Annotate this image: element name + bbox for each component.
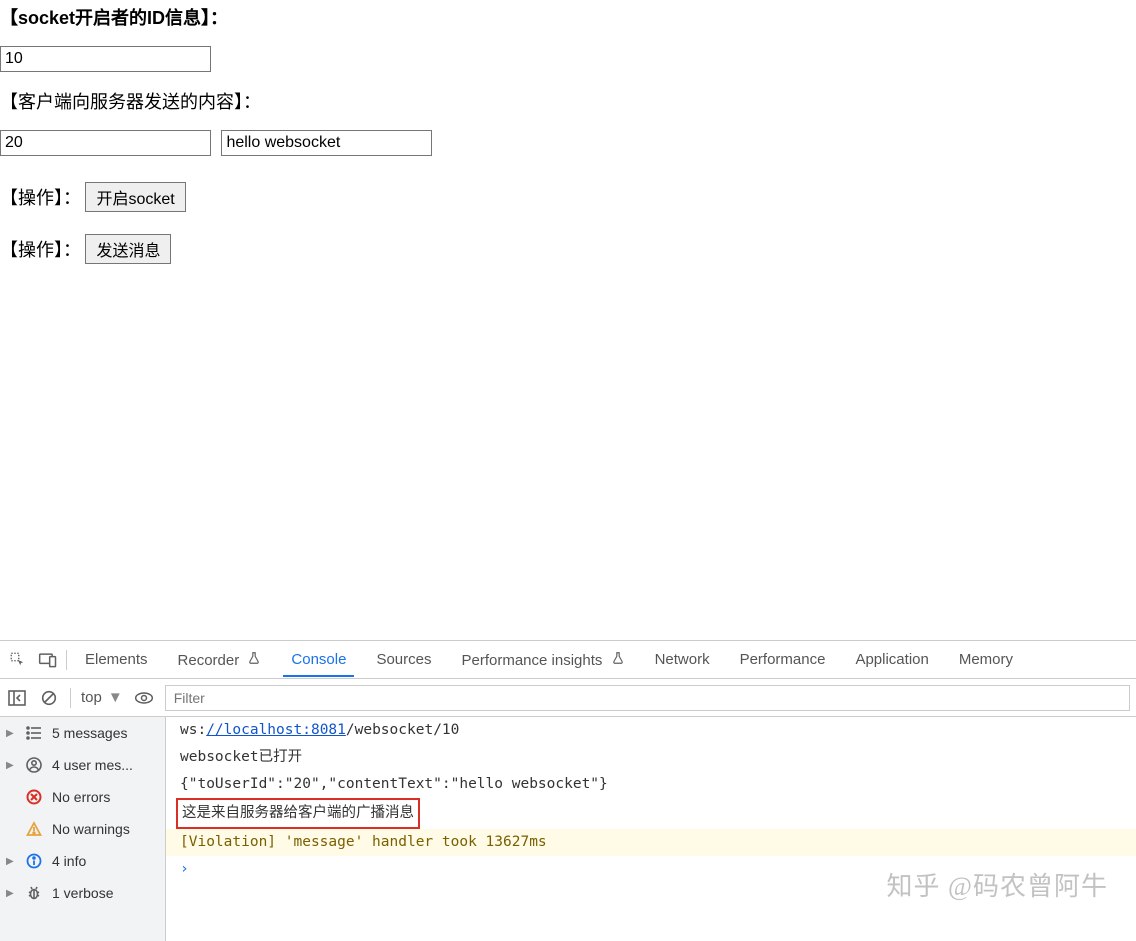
send-message-button[interactable]: 发送消息 [85, 234, 171, 264]
label-action-send: 【操作】： [0, 240, 81, 260]
sidebar-item-verbose[interactable]: ▶ 1 verbose [0, 877, 165, 909]
sidebar-item-label: No errors [52, 789, 110, 805]
tab-performance[interactable]: Performance [728, 643, 838, 676]
log-text: ws: [180, 722, 206, 738]
watermark: 知乎 @码农曾阿牛 [887, 866, 1108, 903]
flask-icon [611, 652, 625, 669]
tab-application[interactable]: Application [843, 643, 940, 676]
input-message[interactable] [221, 130, 432, 156]
error-icon [24, 787, 44, 807]
devtools-tabbar: Elements Recorder Console Sources Perfor… [0, 641, 1136, 679]
live-expression-icon[interactable] [133, 687, 155, 709]
log-link[interactable]: //localhost:8081 [206, 722, 346, 738]
clear-console-icon[interactable] [38, 687, 60, 709]
label-send-content: 【客户端向服务器发送的内容】： [0, 88, 1136, 114]
tab-elements[interactable]: Elements [73, 643, 160, 676]
sidebar-item-label: 1 verbose [52, 885, 113, 901]
console-body: ▶ 5 messages ▶ 4 user mes... No errors N… [0, 717, 1136, 941]
chevron-right-icon: ▶ [6, 760, 16, 771]
separator [70, 688, 71, 708]
tab-recorder-label: Recorder [178, 652, 240, 669]
log-line-highlighted-wrap: 这是来自服务器给客户端的广播消息 [166, 798, 1136, 829]
log-line: {"toUserId":"20","contentText":"hello we… [166, 771, 1136, 798]
input-to-user-id[interactable] [0, 130, 211, 156]
separator [66, 650, 67, 670]
console-toolbar: top ▼ [0, 679, 1136, 717]
tab-recorder[interactable]: Recorder [166, 643, 274, 677]
info-icon [24, 851, 44, 871]
tab-perf-insights-label: Performance insights [461, 652, 602, 669]
page-form: 【socket开启者的ID信息】： 【客户端向服务器发送的内容】： 【操作】： … [0, 0, 1136, 278]
sidebar-item-errors[interactable]: No errors [0, 781, 165, 813]
sidebar-toggle-icon[interactable] [6, 687, 28, 709]
chevron-right-icon: ▶ [6, 856, 16, 867]
context-label: top [81, 689, 102, 706]
sidebar-item-info[interactable]: ▶ 4 info [0, 845, 165, 877]
input-socket-id[interactable] [0, 46, 211, 72]
chevron-right-icon: ▶ [6, 728, 16, 739]
log-line: ws://localhost:8081/websocket/10 [166, 717, 1136, 744]
bug-icon [24, 883, 44, 903]
log-violation: [Violation] 'message' handler took 13627… [166, 829, 1136, 856]
log-line: websocket已打开 [166, 744, 1136, 771]
label-socket-id: 【socket开启者的ID信息】： [0, 4, 1136, 30]
user-icon [24, 755, 44, 775]
warning-icon [24, 819, 44, 839]
sidebar-item-messages[interactable]: ▶ 5 messages [0, 717, 165, 749]
flask-icon [247, 652, 261, 669]
list-icon [24, 723, 44, 743]
tab-performance-insights[interactable]: Performance insights [449, 643, 636, 677]
context-selector[interactable]: top ▼ [81, 689, 123, 706]
log-text: /websocket/10 [346, 722, 460, 738]
tab-console[interactable]: Console [279, 643, 358, 676]
filter-field [165, 685, 1130, 711]
tab-network[interactable]: Network [643, 643, 722, 676]
console-sidebar: ▶ 5 messages ▶ 4 user mes... No errors N… [0, 717, 166, 941]
tab-sources[interactable]: Sources [364, 643, 443, 676]
tab-memory[interactable]: Memory [947, 643, 1025, 676]
open-socket-button[interactable]: 开启socket [85, 182, 185, 212]
sidebar-item-user-messages[interactable]: ▶ 4 user mes... [0, 749, 165, 781]
sidebar-item-label: 4 info [52, 853, 86, 869]
sidebar-item-warnings[interactable]: No warnings [0, 813, 165, 845]
sidebar-item-label: No warnings [52, 821, 130, 837]
device-toggle-icon[interactable] [36, 648, 60, 672]
dropdown-icon: ▼ [108, 689, 123, 706]
inspect-icon[interactable] [6, 648, 30, 672]
sidebar-item-label: 4 user mes... [52, 757, 133, 773]
sidebar-item-label: 5 messages [52, 725, 127, 741]
label-action-open: 【操作】： [0, 188, 81, 208]
console-log-area[interactable]: ws://localhost:8081/websocket/10 websock… [166, 717, 1136, 941]
filter-input[interactable] [165, 685, 1130, 711]
chevron-right-icon: ▶ [6, 888, 16, 899]
log-highlighted: 这是来自服务器给客户端的广播消息 [176, 798, 420, 829]
